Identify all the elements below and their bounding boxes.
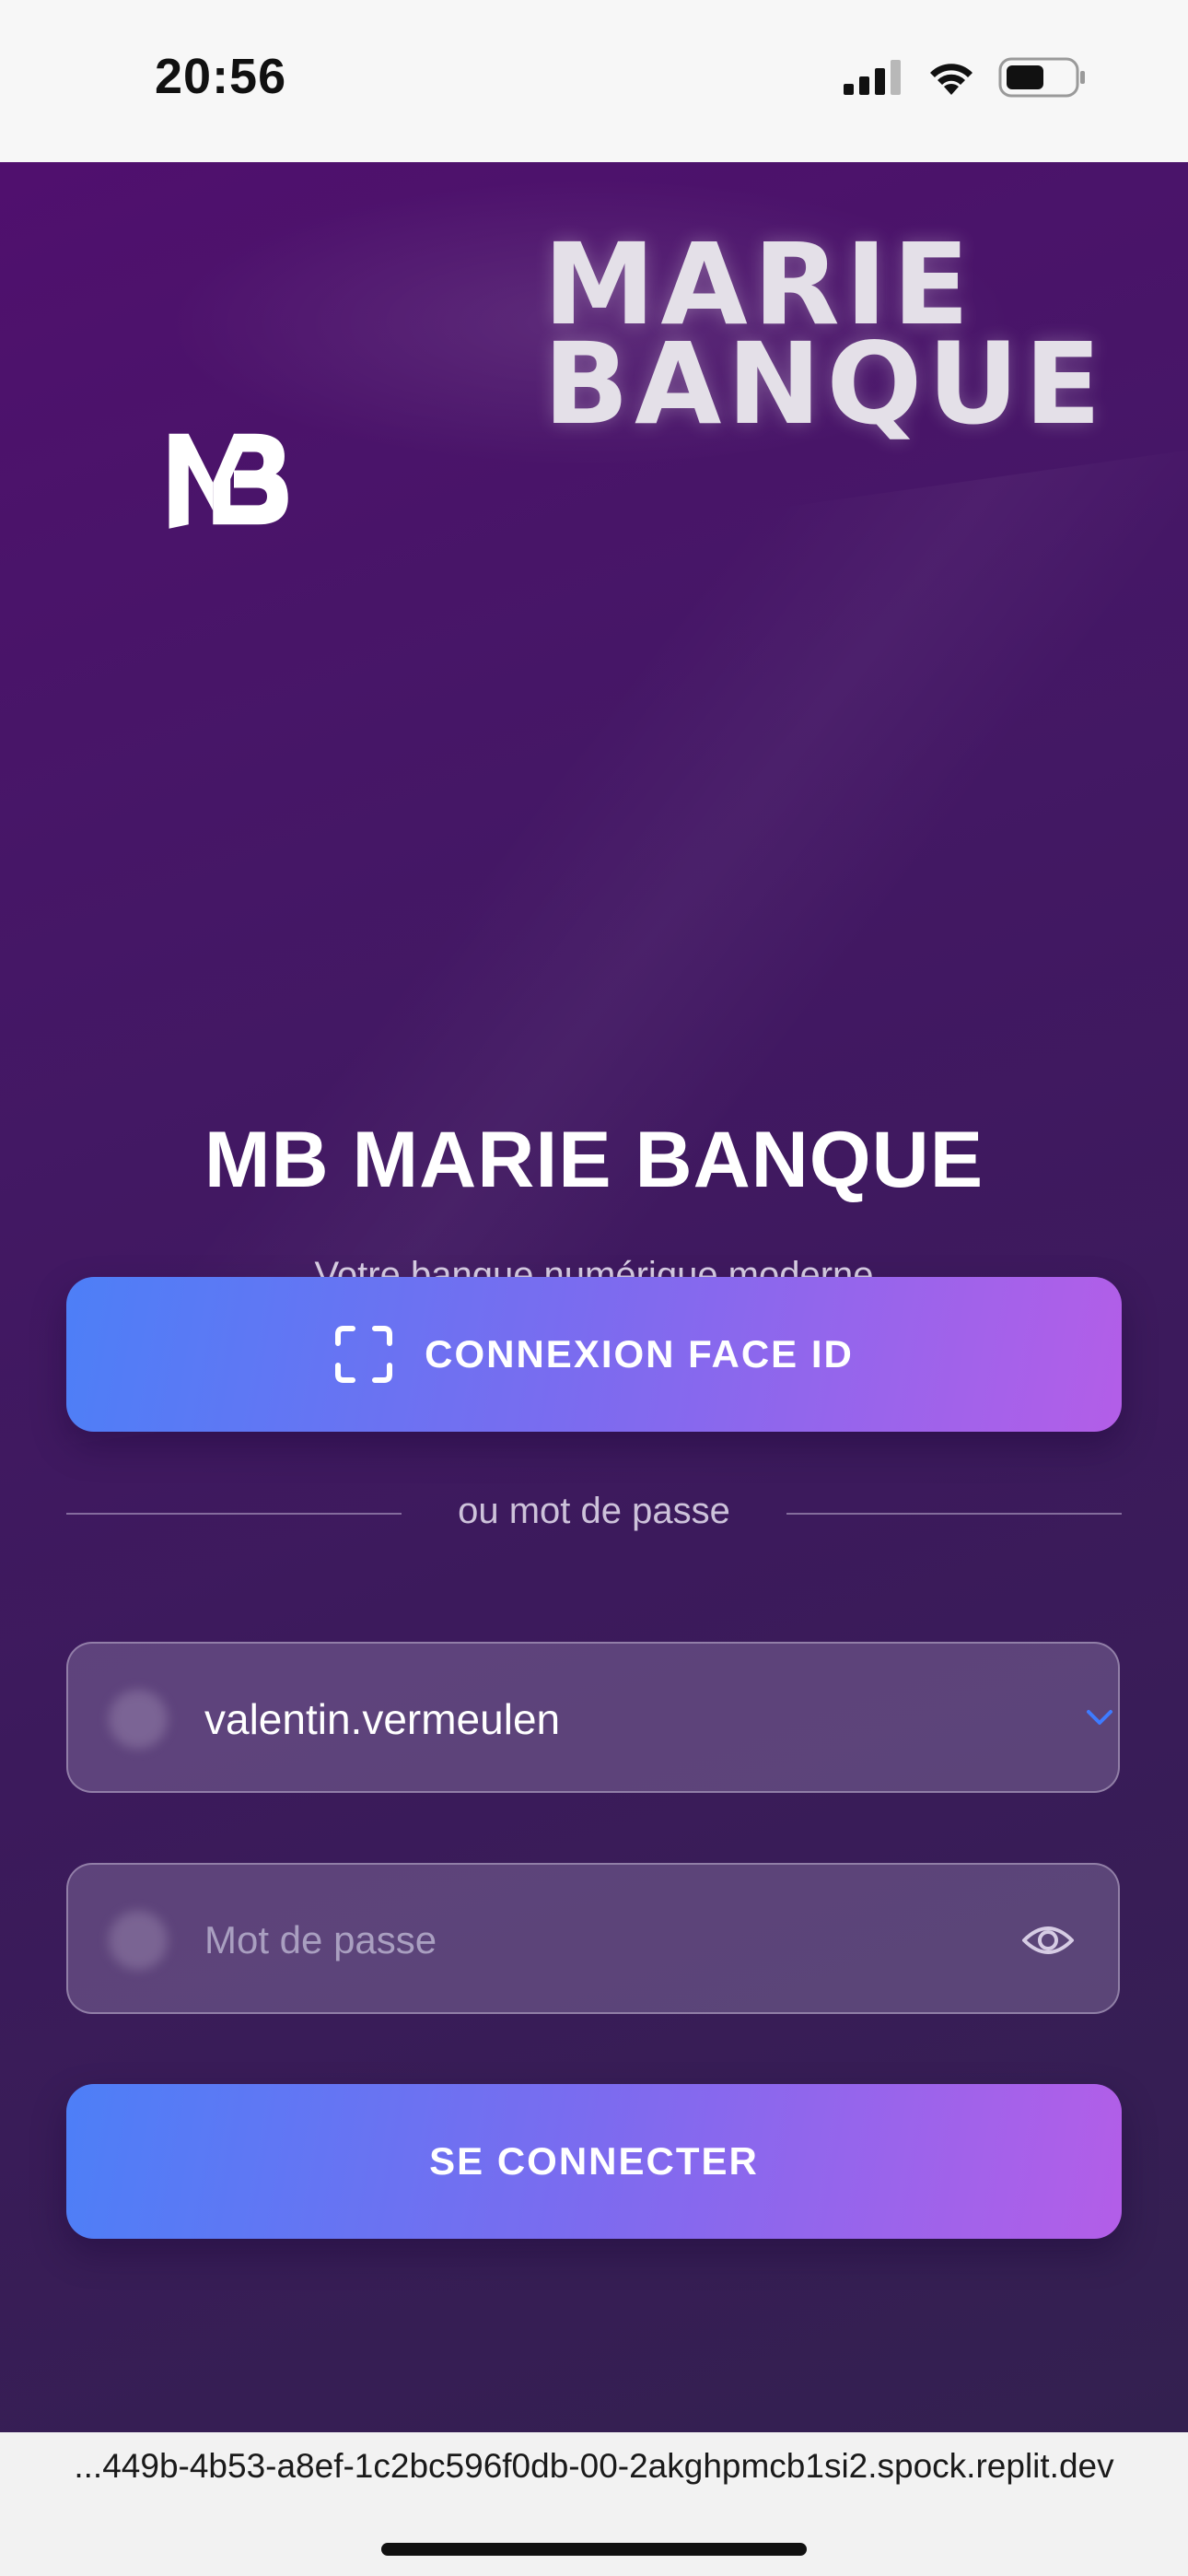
chevron-down-icon[interactable]	[1081, 1699, 1118, 1736]
wifi-icon	[930, 64, 973, 95]
username-field[interactable]: valentin.vermeulen	[66, 1642, 1120, 1793]
faceid-button-content: CONNEXION FACE ID	[334, 1325, 854, 1384]
mb-logo-monogram	[169, 433, 288, 529]
browser-url-bar[interactable]: ...449b-4b53-a8ef-1c2bc596f0db-00-2akghp…	[0, 2432, 1188, 2576]
status-icons	[844, 57, 1087, 98]
user-icon	[109, 1690, 168, 1749]
divider-line-right	[786, 1513, 1122, 1515]
username-value: valentin.vermeulen	[204, 1695, 561, 1743]
status-time: 20:56	[155, 49, 287, 104]
app-screen: 20:56 MARIE BANQUE MB MARIE BANQUE Votre…	[0, 0, 1188, 2576]
logo-text-banque: BANQUE	[543, 319, 1107, 450]
login-submit-label: SE CONNECTER	[429, 2139, 759, 2183]
password-divider: ou mot de passe	[66, 1485, 1122, 1540]
eye-icon[interactable]	[1020, 1914, 1076, 1966]
cellular-signal-icon	[844, 60, 901, 95]
battery-icon	[998, 57, 1085, 98]
divider-label: ou mot de passe	[458, 1491, 730, 1531]
lock-icon	[109, 1911, 168, 1970]
login-submit-button[interactable]: SE CONNECTER	[66, 2084, 1122, 2239]
page-title: MB MARIE BANQUE	[204, 1116, 984, 1204]
faceid-login-button[interactable]: CONNEXION FACE ID	[66, 1277, 1122, 1432]
browser-url[interactable]: ...449b-4b53-a8ef-1c2bc596f0db-00-2akghp…	[0, 2447, 1188, 2486]
password-field[interactable]: Mot de passe	[66, 1863, 1120, 2014]
password-placeholder: Mot de passe	[204, 1918, 437, 1961]
status-bar: 20:56	[0, 0, 1188, 162]
faceid-button-label: CONNEXION FACE ID	[425, 1332, 854, 1376]
home-indicator[interactable]	[381, 2543, 807, 2556]
faceid-icon	[335, 1326, 393, 1383]
